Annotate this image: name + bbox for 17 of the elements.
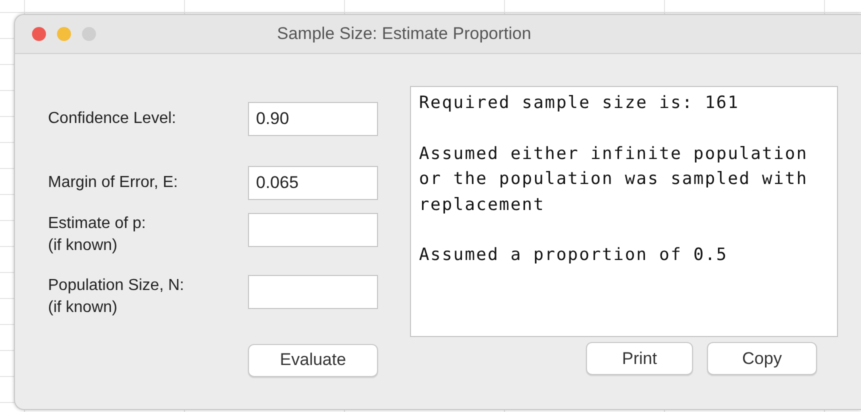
output-text: Assumed a proportion of 0.5 — [419, 244, 729, 267]
close-button[interactable] — [32, 27, 46, 41]
print-button[interactable]: Print — [586, 342, 693, 375]
output-text: Assumed either infinite population or the population was sampled with replacement — [419, 142, 809, 216]
input-field[interactable] — [248, 275, 378, 309]
field-label: Population Size, N: (if known) — [48, 276, 186, 318]
field-label: Estimate of p: (if known) — [48, 214, 147, 256]
evaluate-button[interactable]: Evaluate — [248, 344, 378, 376]
output-text: Required sample size is: 161 — [419, 92, 740, 115]
copy-button[interactable]: Copy — [707, 342, 817, 375]
input-field[interactable]: 0.90 — [248, 102, 378, 136]
minimize-button[interactable] — [57, 27, 71, 41]
input-field[interactable]: 0.065 — [248, 166, 378, 200]
input-field[interactable] — [248, 213, 378, 247]
field-label: Margin of Error, E: — [48, 172, 179, 192]
field-label: Confidence Level: — [48, 109, 178, 129]
window-title: Sample Size: Estimate Proportion — [277, 24, 532, 44]
